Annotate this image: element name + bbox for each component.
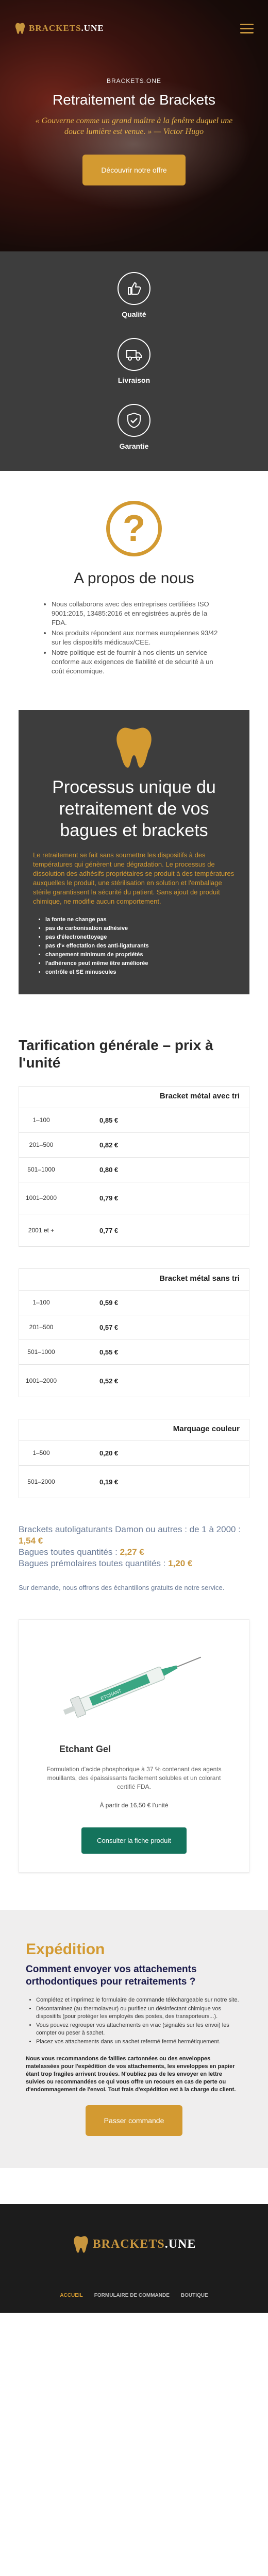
list-item: contrôle et SE minuscules bbox=[45, 968, 238, 977]
product-price: À partir de 16,50 € l'unité bbox=[99, 1802, 169, 1809]
price-table-metal-unsorted: Bracket métal sans tri 1–100 0,59 € 201–5… bbox=[19, 1268, 249, 1397]
list-item: pas de carbonisation adhésive bbox=[45, 924, 238, 933]
feature-delivery: Livraison bbox=[0, 338, 268, 384]
list-item: Décontaminez (au thermolaveur) ou purifi… bbox=[36, 2005, 242, 2021]
tooth-icon bbox=[116, 727, 152, 768]
brand-name-main: BRACKETS bbox=[92, 2237, 165, 2251]
feature-label: Qualité bbox=[122, 310, 146, 318]
tooth-logo-icon bbox=[15, 23, 25, 34]
table-header: Bracket métal sans tri bbox=[19, 1269, 249, 1291]
shield-check-icon bbox=[118, 404, 150, 437]
page: BRACKETS.UNE BRACKETS.ONE Retraitement d… bbox=[0, 0, 268, 2313]
table-row: 201–500 0,57 € bbox=[19, 1315, 249, 1340]
brand-name-main: BRACKETS bbox=[29, 23, 81, 33]
list-item: changement minimum de propriétés bbox=[45, 951, 238, 959]
table-row: 1001–2000 0,52 € bbox=[25, 1377, 119, 1385]
footer-link-home[interactable]: ACCUEIL bbox=[60, 2293, 82, 2298]
shipping-note: Nous vous recommandons de faillies carto… bbox=[26, 2056, 236, 2093]
list-item: pas d'électronettoyage bbox=[45, 933, 238, 942]
process-title: Processus unique du retraitement de vos … bbox=[52, 777, 216, 840]
feature-label: Livraison bbox=[118, 376, 150, 384]
feature-label: Garantie bbox=[119, 442, 149, 450]
hero-content: BRACKETS.ONE Retraitement de Brackets « … bbox=[0, 77, 268, 185]
table-row: 1001–2000 0,79 € bbox=[19, 1182, 249, 1214]
table-row: 501–1000 0,55 € bbox=[19, 1340, 249, 1365]
process-section: Processus unique du retraitement de vos … bbox=[19, 710, 249, 994]
table-row: 201–500 0,82 € bbox=[19, 1133, 249, 1158]
hero-quote: « Gouverne comme un grand maître à la fe… bbox=[35, 116, 233, 136]
table-header: Bracket métal avec tri bbox=[19, 1087, 249, 1108]
table-row: 1–100 0,85 € bbox=[19, 1108, 249, 1133]
list-item: Placez vos attachements dans un sachet r… bbox=[36, 2038, 242, 2046]
pricing-section: Tarification générale – prix à l'unité B… bbox=[0, 994, 268, 1498]
hero-section: BRACKETS.UNE BRACKETS.ONE Retraitement d… bbox=[0, 0, 268, 251]
tooth-logo-icon bbox=[73, 2236, 88, 2253]
footer-logo[interactable]: BRACKETS.UNE bbox=[0, 2235, 268, 2253]
table-row: 501–1000 0,80 € bbox=[19, 1158, 249, 1182]
list-item: pas d'« effectation des anti-ligaturants bbox=[45, 942, 238, 951]
hero-kicker: BRACKETS.ONE bbox=[106, 77, 162, 84]
product-title: Etchant Gel bbox=[59, 1744, 111, 1754]
truck-icon bbox=[118, 338, 150, 371]
list-item: Nous collaborons avec des entreprises ce… bbox=[52, 600, 219, 628]
list-item: la fonte ne change pas bbox=[45, 916, 238, 924]
feature-warranty: Garantie bbox=[0, 404, 268, 450]
price-table-color-marking: Marquage couleur 1–500 0,20 € 501–2000 0,1… bbox=[19, 1419, 249, 1498]
pricing-title: Tarification générale – prix à l'unité bbox=[19, 1037, 213, 1071]
price-value: 1,54 € bbox=[19, 1536, 43, 1546]
hamburger-menu-icon[interactable] bbox=[240, 23, 254, 33]
table-header: Marquage couleur bbox=[19, 1419, 249, 1441]
autoligating-prices: Brackets autoligaturants Damon ou autres… bbox=[19, 1524, 241, 1568]
syringe-product-image: ETCHANT bbox=[63, 1656, 202, 1718]
shipping-subtitle: Comment envoyer vos attachements orthodo… bbox=[26, 1964, 197, 1987]
top-nav: BRACKETS.UNE bbox=[0, 0, 268, 57]
brand-name-suffix: .UNE bbox=[164, 2237, 196, 2251]
shipping-steps: Complétez et imprimez le formulaire de c… bbox=[26, 1996, 242, 2046]
shipping-section: Expédition Comment envoyer vos attacheme… bbox=[0, 1910, 268, 2168]
product-description: Formulation d'acide phosphorique à 37 % … bbox=[46, 1766, 222, 1790]
table-row: 1–500 0,20 € bbox=[19, 1441, 249, 1466]
samples-note: Sur demande, nous offrons des échantillo… bbox=[19, 1584, 225, 1591]
about-section: ? A propos de nous Nous collaborons avec… bbox=[0, 471, 268, 710]
footer-nav: ACCUEIL FORMULAIRE DE COMMANDE BOUTIQUE bbox=[0, 2293, 268, 2298]
list-item: Notre politique est de fournir à nos cli… bbox=[52, 648, 219, 676]
list-item: Complétez et imprimez le formulaire de c… bbox=[36, 1996, 242, 2004]
thumbs-up-icon bbox=[118, 272, 150, 305]
about-title: A propos de nous bbox=[74, 570, 194, 587]
product-card: ETCHANT Etchant Gel Formulation d'acide … bbox=[19, 1619, 249, 1873]
discover-offer-button[interactable]: Découvrir notre offre bbox=[82, 155, 186, 185]
footer-link-order-form[interactable]: FORMULAIRE DE COMMANDE bbox=[94, 2293, 170, 2298]
list-item: Vous pouvez regrouper vos attachements e… bbox=[36, 2022, 242, 2037]
feature-quality: Qualité bbox=[0, 272, 268, 318]
footer-link-shop[interactable]: BOUTIQUE bbox=[181, 2293, 208, 2298]
list-item: Nos produits répondent aux normes europé… bbox=[52, 629, 219, 647]
footer: BRACKETS.UNE ACCUEIL FORMULAIRE DE COMMA… bbox=[0, 2204, 268, 2313]
table-row: 501–2000 0,19 € bbox=[27, 1478, 119, 1486]
shipping-title: Expédition bbox=[26, 1941, 105, 1958]
brand-logo[interactable]: BRACKETS.UNE bbox=[14, 22, 104, 35]
table-row: 1–100 0,59 € bbox=[19, 1291, 249, 1315]
price-value: 1,20 € bbox=[168, 1558, 193, 1568]
table-row: 2001 et +0,77 € bbox=[28, 1226, 119, 1234]
hero-title: Retraitement de Brackets bbox=[53, 92, 215, 108]
list-item: l'adhérence peut même être améliorée bbox=[45, 959, 238, 968]
view-product-button[interactable]: Consulter la fiche produit bbox=[81, 1827, 187, 1854]
process-list: la fonte ne change pas pas de carbonisat… bbox=[30, 916, 238, 977]
price-table-metal-sorted: Bracket métal avec tri 1–100 0,85 € 201–5… bbox=[19, 1086, 249, 1247]
question-mark-icon: ? bbox=[106, 501, 162, 556]
process-text: Le retraitement se fait sans soumettre l… bbox=[33, 851, 234, 905]
features-section: Qualité Livraison Garantie bbox=[0, 251, 268, 471]
about-list: Nous collaborons avec des entreprises ce… bbox=[19, 600, 249, 676]
brand-name-suffix: .UNE bbox=[81, 23, 104, 33]
place-order-button[interactable]: Passer commande bbox=[85, 2105, 183, 2136]
price-value: 2,27 € bbox=[120, 1547, 144, 1557]
